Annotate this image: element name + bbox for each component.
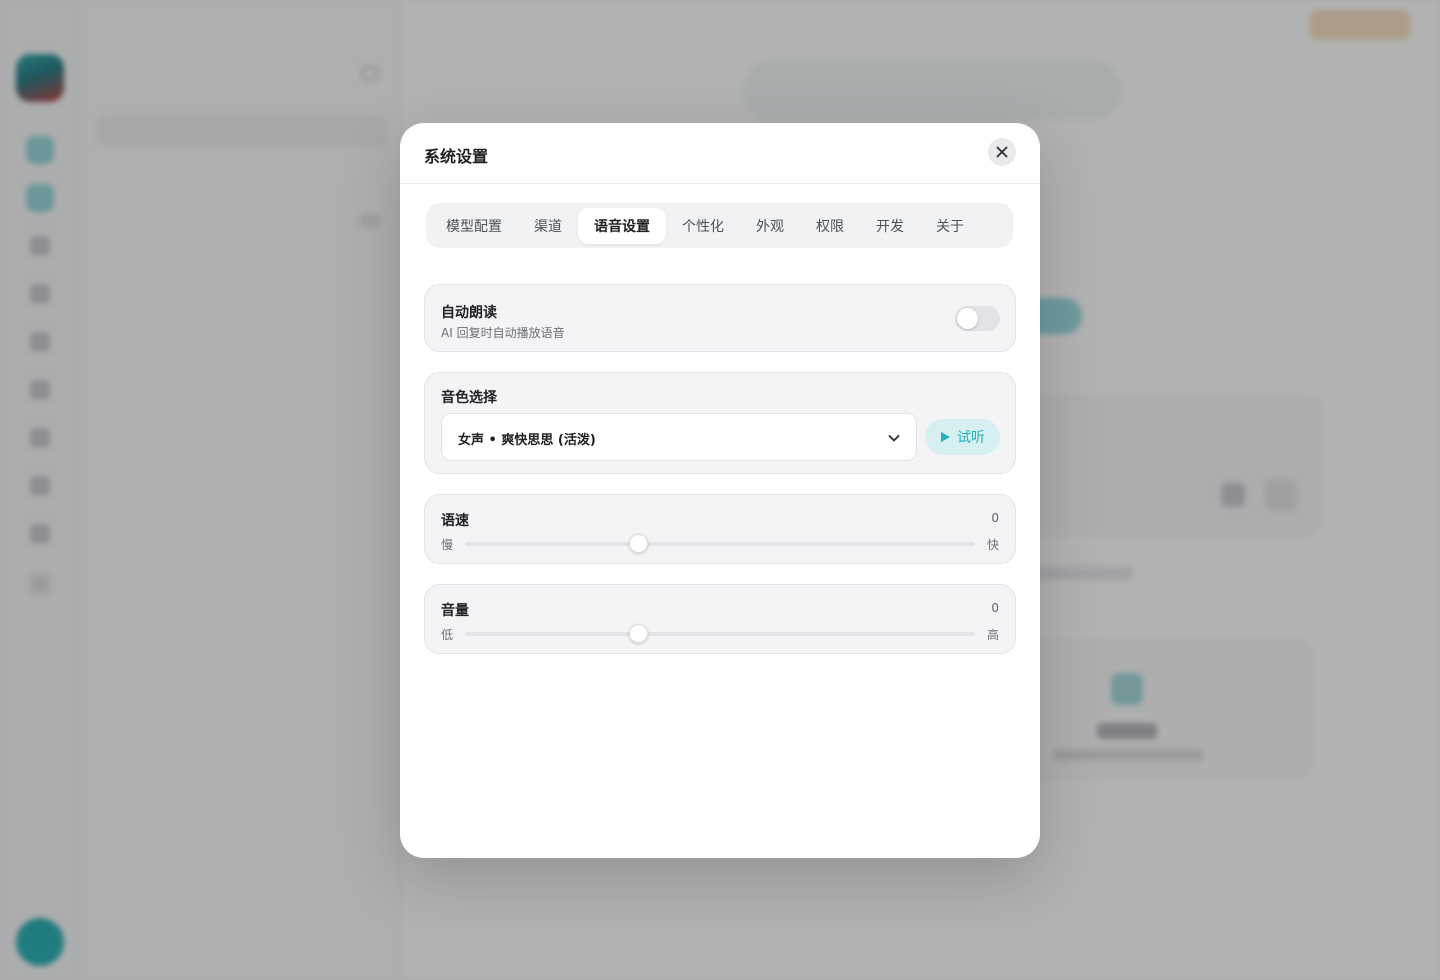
voice-card: 音色选择 女声 • 爽快思思 (活泼) 试听: [424, 372, 1016, 474]
toggle-knob: [957, 308, 978, 329]
auto-read-card: 自动朗读 AI 回复时自动播放语音: [424, 284, 1016, 352]
speed-slider[interactable]: [465, 534, 975, 553]
speed-value: 0: [991, 511, 999, 525]
auto-read-label: 自动朗读: [441, 305, 497, 321]
auto-read-description: AI 回复时自动播放语音: [441, 326, 565, 340]
chevron-down-icon: [888, 435, 900, 442]
tab-about[interactable]: 关于: [920, 208, 980, 244]
tab-model-config[interactable]: 模型配置: [430, 208, 518, 244]
dialog-title: 系统设置: [424, 147, 489, 166]
voice-selected-value: 女声 • 爽快思思 (活泼): [458, 433, 596, 448]
settings-tabs: 模型配置 渠道 语音设置 个性化 外观 权限 开发 关于: [426, 203, 1013, 248]
tab-personalization[interactable]: 个性化: [666, 208, 740, 244]
tab-channels[interactable]: 渠道: [518, 208, 578, 244]
voice-select[interactable]: 女声 • 爽快思思 (活泼): [441, 413, 917, 461]
auto-read-toggle[interactable]: [955, 306, 1000, 331]
speed-max-label: 快: [986, 538, 999, 552]
tab-developer[interactable]: 开发: [860, 208, 920, 244]
play-icon: [941, 432, 950, 442]
speed-min-label: 慢: [441, 538, 454, 552]
dialog-header: 系统设置: [400, 123, 1040, 184]
preview-label: 试听: [957, 430, 985, 446]
volume-max-label: 高: [986, 628, 999, 642]
speed-slider-thumb[interactable]: [629, 534, 649, 553]
settings-dialog: 系统设置 模型配置 渠道 语音设置 个性化 外观 权限 开发 关于 自动朗读 A…: [400, 123, 1040, 858]
volume-label: 音量: [441, 603, 469, 619]
tab-voice-settings[interactable]: 语音设置: [578, 207, 666, 244]
tab-appearance[interactable]: 外观: [740, 208, 800, 244]
close-icon: [996, 146, 1008, 158]
volume-card: 音量 0 低 高: [424, 584, 1016, 654]
volume-slider[interactable]: [465, 624, 975, 643]
volume-min-label: 低: [441, 628, 454, 642]
close-button[interactable]: [988, 138, 1016, 166]
preview-button[interactable]: 试听: [925, 419, 1000, 455]
voice-label: 音色选择: [441, 390, 497, 406]
tab-permissions[interactable]: 权限: [800, 208, 860, 244]
speed-label: 语速: [441, 513, 469, 529]
volume-slider-thumb[interactable]: [629, 624, 649, 643]
speed-card: 语速 0 慢 快: [424, 494, 1016, 564]
volume-value: 0: [991, 601, 999, 615]
